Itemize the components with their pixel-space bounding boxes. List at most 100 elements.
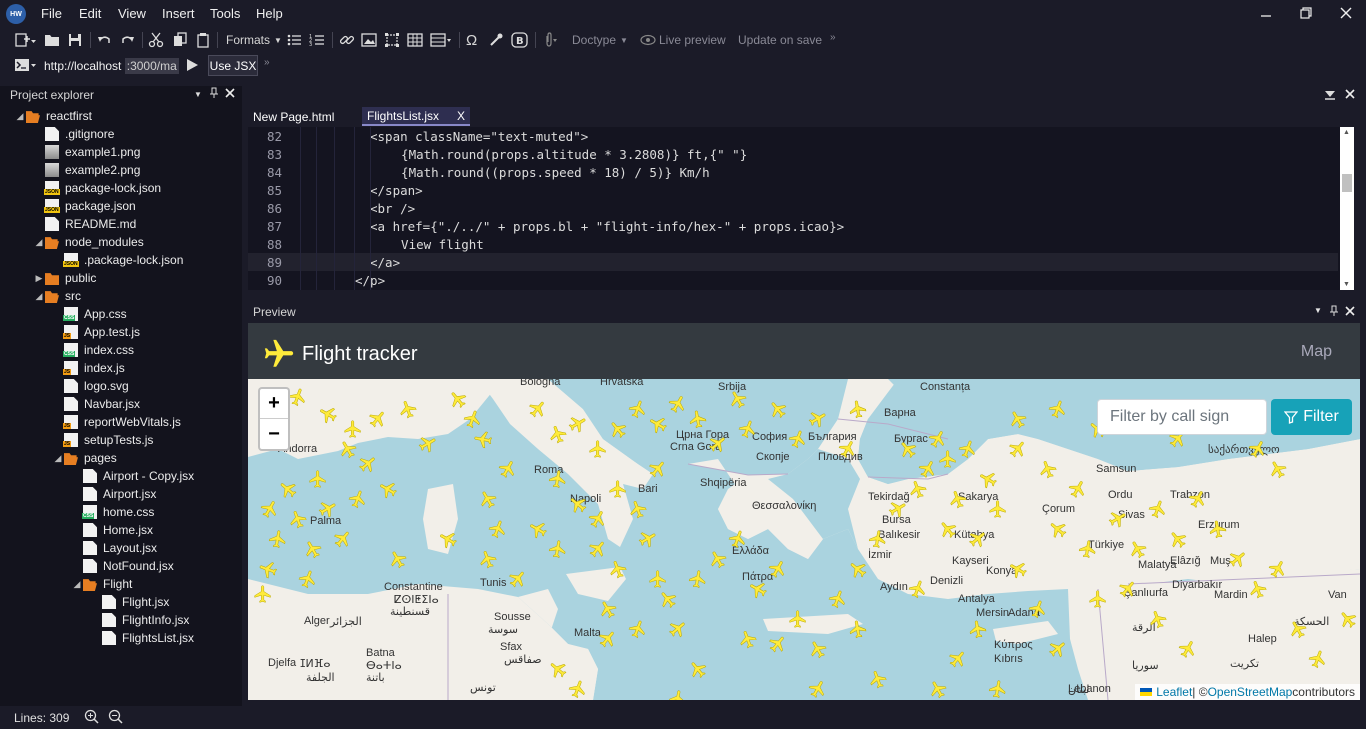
zoom-out-button[interactable]: − bbox=[260, 419, 288, 449]
aircraft-marker-icon[interactable] bbox=[648, 569, 668, 589]
aircraft-marker-icon[interactable] bbox=[948, 489, 968, 509]
aircraft-marker-icon[interactable] bbox=[318, 404, 338, 424]
aircraft-marker-icon[interactable] bbox=[548, 659, 568, 679]
aircraft-marker-icon[interactable] bbox=[1248, 579, 1268, 599]
aircraft-marker-icon[interactable] bbox=[268, 529, 288, 549]
aircraft-marker-icon[interactable] bbox=[788, 609, 808, 629]
aircraft-marker-icon[interactable] bbox=[1208, 519, 1228, 539]
restore-icon[interactable] bbox=[1298, 5, 1314, 21]
aircraft-marker-icon[interactable] bbox=[418, 434, 438, 454]
image-icon[interactable] bbox=[361, 31, 377, 49]
aircraft-marker-icon[interactable] bbox=[438, 529, 458, 549]
aircraft-marker-icon[interactable] bbox=[463, 409, 483, 429]
aircraft-marker-icon[interactable] bbox=[1288, 619, 1308, 639]
aircraft-marker-icon[interactable] bbox=[668, 394, 688, 414]
run-icon[interactable] bbox=[185, 56, 199, 74]
editor-scrollbar[interactable]: ▲ ▼ bbox=[1340, 127, 1354, 290]
overflow-chevron-icon[interactable]: » bbox=[264, 53, 270, 71]
tree-item[interactable]: example2.png bbox=[33, 161, 140, 179]
aircraft-marker-icon[interactable] bbox=[628, 619, 648, 639]
aircraft-marker-icon[interactable] bbox=[1148, 609, 1168, 629]
tree-item[interactable]: ◢ reactfirst bbox=[14, 107, 92, 125]
aircraft-marker-icon[interactable] bbox=[848, 399, 868, 419]
aircraft-marker-icon[interactable] bbox=[918, 459, 938, 479]
expand-arrow-icon[interactable]: ◢ bbox=[52, 453, 64, 464]
aircraft-marker-icon[interactable] bbox=[628, 399, 648, 419]
tree-item[interactable]: ◢ Flight bbox=[71, 575, 132, 593]
aircraft-marker-icon[interactable] bbox=[548, 469, 568, 489]
expand-arrow-icon[interactable]: ◢ bbox=[14, 111, 26, 122]
formats-dropdown[interactable]: Formats ▼ bbox=[226, 31, 282, 49]
aircraft-marker-icon[interactable] bbox=[288, 509, 308, 529]
zoom-in-icon[interactable] bbox=[84, 709, 100, 725]
flight-map[interactable]: Bologna Hrvatska Srbija Constanța Црна Гора C… bbox=[248, 379, 1360, 700]
aircraft-marker-icon[interactable] bbox=[528, 399, 548, 419]
close-tab-icon[interactable]: X bbox=[457, 109, 465, 123]
aircraft-marker-icon[interactable] bbox=[1338, 609, 1358, 629]
aircraft-marker-icon[interactable] bbox=[608, 419, 628, 439]
tree-item[interactable]: home.css bbox=[71, 503, 154, 521]
aircraft-marker-icon[interactable] bbox=[1048, 639, 1068, 659]
menu-help[interactable]: Help bbox=[256, 6, 283, 21]
tree-item[interactable]: .gitignore bbox=[33, 125, 114, 143]
aircraft-marker-icon[interactable] bbox=[988, 679, 1008, 699]
aircraft-marker-icon[interactable] bbox=[253, 584, 273, 604]
aircraft-marker-icon[interactable] bbox=[1048, 519, 1068, 539]
aircraft-marker-icon[interactable] bbox=[868, 669, 888, 689]
aircraft-marker-icon[interactable] bbox=[768, 634, 788, 654]
menu-edit[interactable]: Edit bbox=[79, 6, 101, 21]
aircraft-marker-icon[interactable] bbox=[478, 549, 498, 569]
filter-button[interactable]: Filter bbox=[1271, 399, 1352, 435]
aircraft-marker-icon[interactable] bbox=[1228, 549, 1248, 569]
copy-icon[interactable] bbox=[172, 31, 188, 49]
aircraft-marker-icon[interactable] bbox=[658, 589, 678, 609]
tab-new-page[interactable]: New Page.html bbox=[248, 107, 339, 126]
tab-flightslist[interactable]: FlightsList.jsx X bbox=[362, 107, 470, 126]
undo-icon[interactable] bbox=[96, 31, 112, 49]
color-picker-icon[interactable] bbox=[488, 31, 504, 49]
pin-icon[interactable] bbox=[209, 87, 219, 99]
bullet-list-icon[interactable] bbox=[286, 31, 302, 49]
aircraft-marker-icon[interactable] bbox=[908, 479, 928, 499]
tree-item[interactable]: App.css bbox=[52, 305, 127, 323]
aircraft-marker-icon[interactable] bbox=[848, 559, 868, 579]
tree-item[interactable]: Airport - Copy.jsx bbox=[71, 467, 194, 485]
tree-item[interactable]: setupTests.js bbox=[52, 431, 153, 449]
aircraft-marker-icon[interactable] bbox=[828, 589, 848, 609]
aircraft-marker-icon[interactable] bbox=[978, 469, 998, 489]
nav-link-map[interactable]: Map bbox=[1301, 343, 1332, 361]
aircraft-marker-icon[interactable] bbox=[388, 549, 408, 569]
tree-item[interactable]: example1.png bbox=[33, 143, 140, 161]
aircraft-marker-icon[interactable] bbox=[1308, 649, 1328, 669]
aircraft-marker-icon[interactable] bbox=[568, 414, 588, 434]
table-icon[interactable] bbox=[407, 31, 423, 49]
menu-insert[interactable]: Insert bbox=[162, 6, 195, 21]
tree-item[interactable]: ▶ public bbox=[33, 269, 96, 287]
overflow-chevron-icon[interactable]: » bbox=[830, 28, 836, 46]
tabs-menu-icon[interactable] bbox=[1324, 88, 1336, 100]
aircraft-marker-icon[interactable] bbox=[738, 629, 758, 649]
aircraft-marker-icon[interactable] bbox=[648, 414, 668, 434]
aircraft-marker-icon[interactable] bbox=[928, 679, 948, 699]
aircraft-marker-icon[interactable] bbox=[958, 439, 978, 459]
aircraft-marker-icon[interactable] bbox=[1108, 509, 1128, 529]
leaflet-link[interactable]: Leaflet bbox=[1156, 685, 1192, 699]
aircraft-marker-icon[interactable] bbox=[768, 559, 788, 579]
aircraft-marker-icon[interactable] bbox=[688, 569, 708, 589]
tree-item[interactable]: Airport.jsx bbox=[71, 485, 156, 503]
doctype-dropdown[interactable]: Doctype ▼ bbox=[572, 31, 628, 49]
aircraft-marker-icon[interactable] bbox=[448, 389, 468, 409]
aircraft-marker-icon[interactable] bbox=[888, 499, 908, 519]
aircraft-marker-icon[interactable] bbox=[258, 559, 278, 579]
aircraft-marker-icon[interactable] bbox=[1188, 489, 1208, 509]
aircraft-marker-icon[interactable] bbox=[838, 439, 858, 459]
aircraft-marker-icon[interactable] bbox=[768, 399, 788, 419]
panel-menu-icon[interactable]: ▼ bbox=[1314, 306, 1322, 315]
aircraft-marker-icon[interactable] bbox=[1078, 539, 1098, 559]
tree-item[interactable]: logo.svg bbox=[52, 377, 129, 395]
aircraft-marker-icon[interactable] bbox=[728, 529, 748, 549]
aircraft-marker-icon[interactable] bbox=[588, 509, 608, 529]
tree-item[interactable]: ◢ src bbox=[33, 287, 81, 305]
tree-item[interactable]: FlightsList.jsx bbox=[90, 629, 194, 647]
tree-item[interactable]: .package-lock.json bbox=[52, 251, 183, 269]
